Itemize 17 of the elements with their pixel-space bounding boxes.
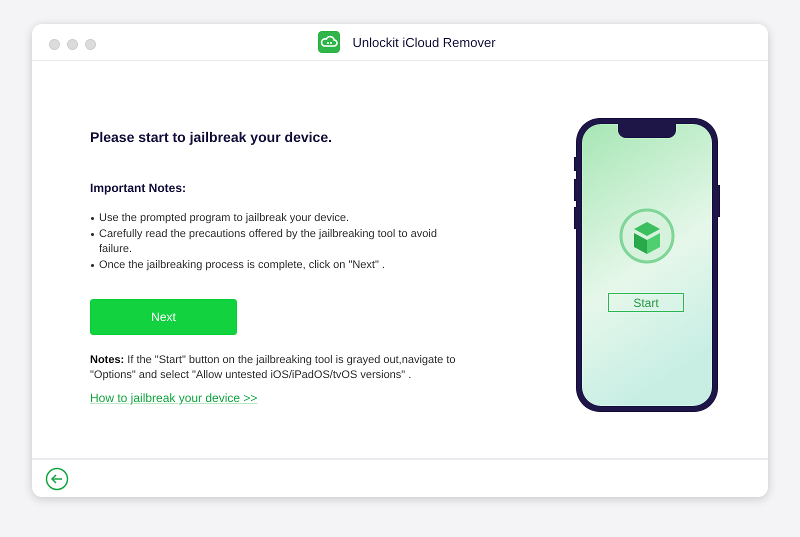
notes-title: Important Notes: [90,181,186,195]
bullet-text: Use the prompted program to jailbreak your device. [99,211,350,226]
bullet-icon [91,233,94,236]
back-button[interactable] [45,466,69,490]
bullet-icon [91,264,94,267]
window-title: Unlockit iCloud Remover [352,34,496,50]
next-button[interactable]: Next [90,299,237,335]
notes-paragraph: Notes: If the "Start" button on the jailbreaking tool is grayed out,navigate to "Options" and select "Allow untested iOS/iPadOS/tvOS versions" . [90,353,457,383]
cloud-logo-icon [318,31,340,53]
bullet-icon [91,217,94,220]
zoom-window-button[interactable] [85,39,96,50]
heading: Please start to jailbreak your device. [90,129,332,145]
bullet-text: Once the jailbreaking process is complete, click on "Next" . [99,258,385,273]
minimize-window-button[interactable] [67,39,78,50]
close-window-button[interactable] [49,39,60,50]
bullet-text: Carefully read the precautions offered by the jailbreaking tool to avoid failure. [99,227,438,257]
jailbreak-guide-link[interactable]: How to jailbreak your device >> [90,391,258,405]
